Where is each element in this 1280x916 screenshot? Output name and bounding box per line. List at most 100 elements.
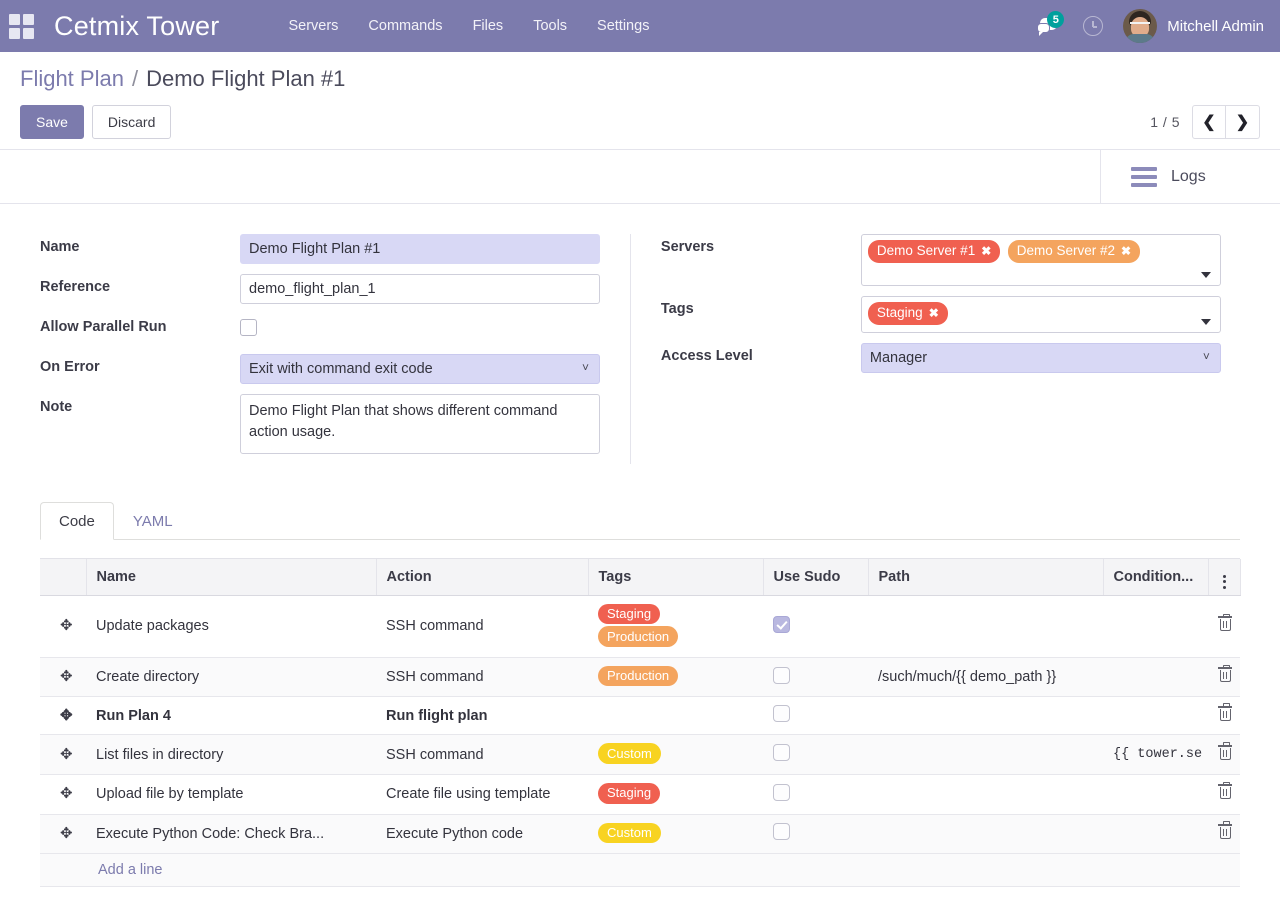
on-error-select[interactable]: Exit with command exit code ˅ — [240, 354, 600, 385]
tags-input[interactable]: Staging ✖ — [860, 296, 1221, 333]
row-delete-cell[interactable] — [1208, 774, 1240, 815]
row-path[interactable] — [868, 814, 1103, 855]
menu-item-tools[interactable]: Tools — [518, 10, 582, 42]
menu-item-servers[interactable]: Servers — [273, 10, 353, 42]
table-row[interactable]: ✥ Create directory SSH command Productio… — [40, 657, 1240, 698]
row-drag-cell[interactable]: ✥ — [40, 814, 86, 855]
use-sudo-checkbox[interactable] — [773, 823, 790, 841]
row-tags[interactable] — [588, 696, 763, 736]
remove-tag-icon[interactable]: ✖ — [1121, 243, 1131, 259]
servers-tags-input[interactable]: Demo Server #1 ✖ Demo Server #2 ✖ — [860, 234, 1221, 287]
discard-button[interactable]: Discard — [91, 105, 172, 140]
row-use-sudo[interactable] — [763, 774, 868, 815]
row-drag-cell[interactable]: ✥ — [40, 657, 86, 698]
row-action[interactable]: SSH command — [376, 595, 588, 658]
app-brand-title[interactable]: Cetmix Tower — [54, 11, 219, 42]
row-path[interactable] — [868, 734, 1103, 775]
row-path[interactable] — [868, 696, 1103, 736]
name-input[interactable]: Demo Flight Plan #1 — [240, 234, 600, 265]
row-use-sudo[interactable] — [763, 696, 868, 736]
menu-item-commands[interactable]: Commands — [353, 10, 457, 42]
trash-icon[interactable] — [1218, 613, 1232, 632]
allow-parallel-run-checkbox[interactable] — [240, 319, 257, 337]
row-path[interactable] — [868, 774, 1103, 815]
tab-yaml[interactable]: YAML — [114, 502, 192, 540]
row-condition[interactable]: {{ tower.se — [1103, 734, 1208, 775]
apps-grid-icon[interactable] — [8, 13, 34, 39]
remove-tag-icon[interactable]: ✖ — [981, 243, 991, 259]
table-row[interactable]: ✥ Run Plan 4 Run flight plan — [40, 696, 1240, 736]
row-name[interactable]: Run Plan 4 — [86, 696, 376, 736]
row-condition[interactable] — [1103, 657, 1208, 698]
row-condition[interactable] — [1103, 774, 1208, 815]
row-tags[interactable]: Production — [588, 657, 763, 698]
row-condition[interactable] — [1103, 595, 1208, 658]
messages-button[interactable]: 5 — [1025, 0, 1071, 52]
table-row[interactable]: ✥ Update packages SSH command Staging Pr… — [40, 595, 1240, 658]
row-condition[interactable] — [1103, 814, 1208, 855]
remove-tag-icon[interactable]: ✖ — [929, 305, 939, 321]
row-name[interactable]: Create directory — [86, 657, 376, 698]
row-drag-cell[interactable]: ✥ — [40, 774, 86, 815]
row-action[interactable]: SSH command — [376, 734, 588, 775]
use-sudo-checkbox[interactable] — [773, 705, 790, 723]
row-action[interactable]: Create file using template — [376, 774, 588, 815]
user-menu[interactable]: Mitchell Admin — [1115, 9, 1266, 43]
table-row[interactable]: ✥ List files in directory SSH command Cu… — [40, 734, 1240, 775]
row-tags[interactable]: Staging Production — [588, 595, 763, 658]
row-action[interactable]: Run flight plan — [376, 696, 588, 736]
reference-input[interactable]: demo_flight_plan_1 — [240, 274, 600, 305]
column-header-path[interactable]: Path — [868, 559, 1104, 596]
server-tag[interactable]: Demo Server #2 ✖ — [1007, 240, 1141, 263]
tag-chip[interactable]: Staging ✖ — [867, 302, 948, 325]
row-path[interactable] — [868, 595, 1103, 658]
use-sudo-checkbox[interactable] — [773, 744, 790, 762]
access-level-select[interactable]: Manager ˅ — [860, 342, 1221, 373]
drag-handle-icon[interactable]: ✥ — [60, 618, 73, 633]
trash-icon[interactable] — [1218, 703, 1232, 722]
use-sudo-checkbox[interactable] — [773, 666, 790, 684]
add-line-button[interactable]: Add a line — [50, 862, 163, 878]
column-options-button[interactable] — [1208, 559, 1241, 596]
trash-icon[interactable] — [1218, 664, 1232, 683]
menu-item-settings[interactable]: Settings — [582, 10, 664, 42]
row-name[interactable]: List files in directory — [86, 734, 376, 775]
trash-icon[interactable] — [1218, 742, 1232, 761]
column-header-condition[interactable]: Condition... — [1103, 559, 1209, 596]
note-textarea[interactable]: Demo Flight Plan that shows different co… — [240, 394, 600, 455]
pager-next-button[interactable]: ❯ — [1226, 105, 1260, 140]
dropdown-caret-icon[interactable] — [1200, 318, 1211, 325]
row-use-sudo[interactable] — [763, 657, 868, 698]
logs-smart-button[interactable]: Logs — [1100, 150, 1280, 204]
row-use-sudo[interactable] — [763, 814, 868, 855]
table-row[interactable]: ✥ Upload file by template Create file us… — [40, 774, 1240, 815]
breadcrumb-root[interactable]: Flight Plan — [20, 66, 124, 92]
row-tags[interactable]: Staging — [588, 774, 763, 815]
pager-previous-button[interactable]: ❮ — [1192, 105, 1226, 140]
row-tags[interactable]: Custom — [588, 734, 763, 775]
row-condition[interactable] — [1103, 696, 1208, 736]
row-name[interactable]: Upload file by template — [86, 774, 376, 815]
tab-code[interactable]: Code — [40, 502, 114, 541]
drag-handle-icon[interactable]: ✥ — [60, 708, 73, 723]
save-button[interactable]: Save — [20, 105, 84, 140]
drag-handle-icon[interactable]: ✥ — [60, 826, 73, 841]
row-drag-cell[interactable]: ✥ — [40, 696, 86, 736]
row-delete-cell[interactable] — [1208, 657, 1240, 698]
add-line-cell[interactable]: Add a line — [40, 853, 1240, 888]
drag-handle-icon[interactable]: ✥ — [60, 786, 73, 801]
trash-icon[interactable] — [1218, 781, 1232, 800]
row-name[interactable]: Update packages — [86, 595, 376, 658]
use-sudo-checkbox[interactable] — [773, 615, 790, 633]
column-header-action[interactable]: Action — [376, 559, 589, 596]
table-row[interactable]: ✥ Execute Python Code: Check Bra... Exec… — [40, 814, 1240, 855]
server-tag[interactable]: Demo Server #1 ✖ — [867, 240, 1001, 263]
column-header-use-sudo[interactable]: Use Sudo — [763, 559, 869, 596]
row-use-sudo[interactable] — [763, 734, 868, 775]
row-drag-cell[interactable]: ✥ — [40, 734, 86, 775]
row-drag-cell[interactable]: ✥ — [40, 595, 86, 658]
dropdown-caret-icon[interactable] — [1200, 272, 1211, 279]
menu-item-files[interactable]: Files — [458, 10, 519, 42]
row-action[interactable]: SSH command — [376, 657, 588, 698]
drag-handle-icon[interactable]: ✥ — [60, 747, 73, 762]
